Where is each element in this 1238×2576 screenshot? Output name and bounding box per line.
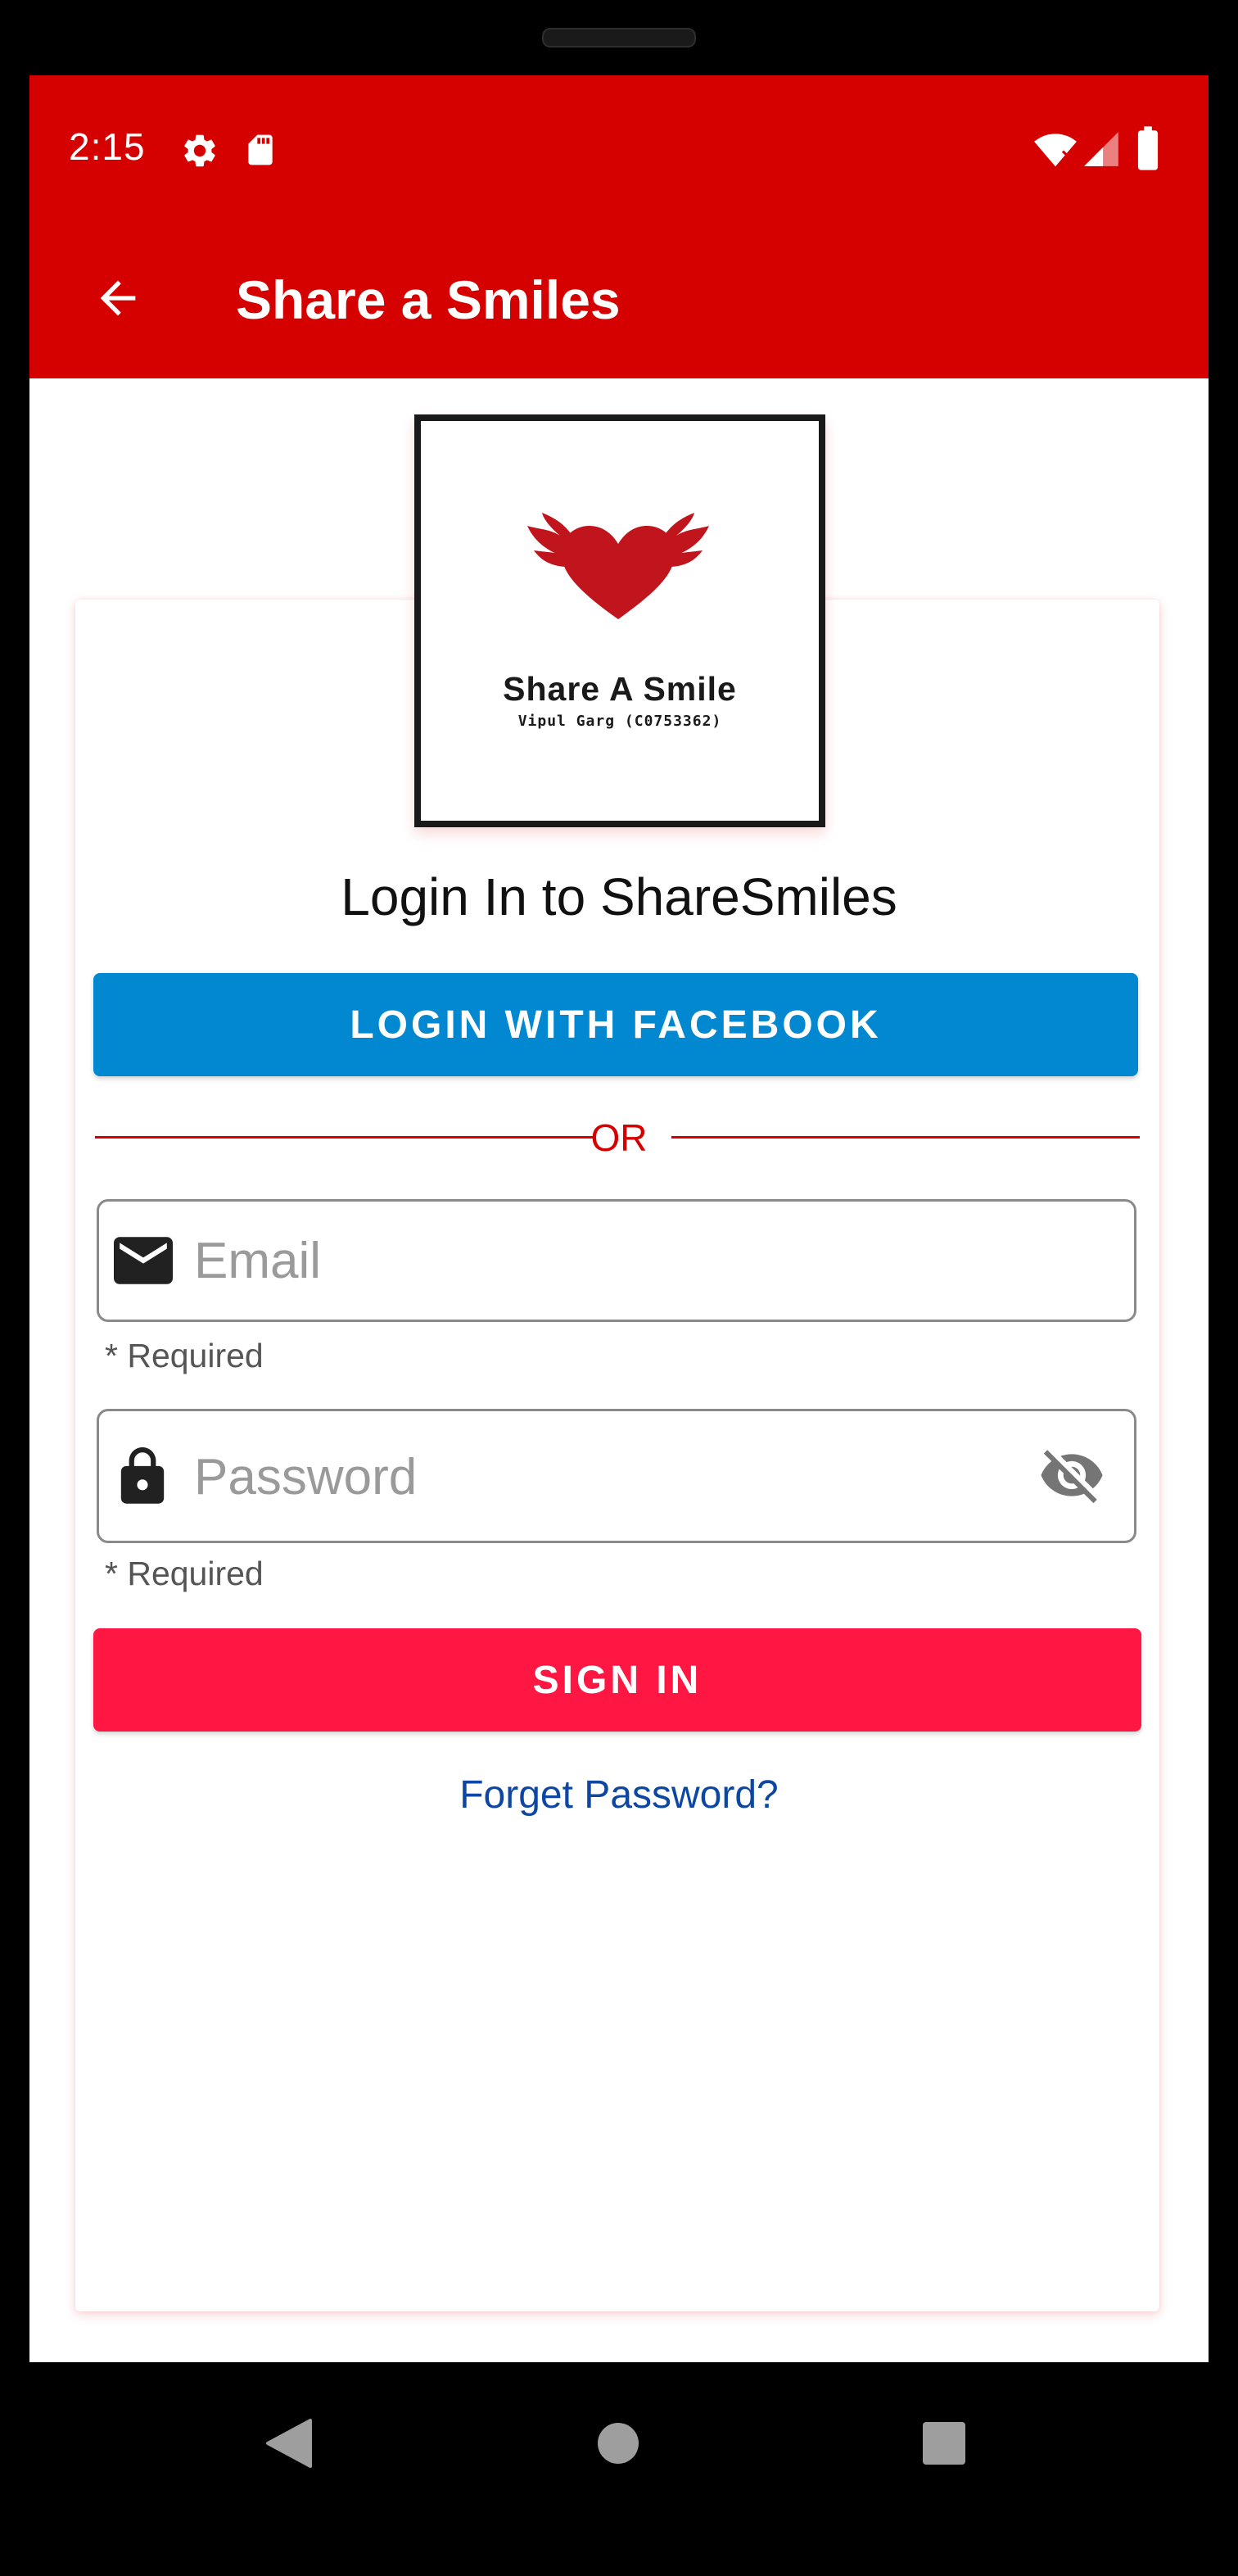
password-input[interactable] [194,1447,1028,1506]
arrow-back-icon [92,272,144,328]
back-nav-icon [264,2417,314,2474]
email-required-helper: * Required [105,1337,264,1374]
status-bar: 2:15 [29,75,1209,218]
visibility-off-icon [1038,1442,1105,1513]
sd-card-icon [242,129,278,174]
password-field[interactable] [97,1409,1136,1543]
divider-left [95,1136,593,1139]
winged-heart-icon [527,511,709,630]
page-heading: Login In to ShareSmiles [341,867,897,926]
earpiece-speaker [542,28,696,48]
mail-icon [114,1236,173,1289]
forgot-password-link[interactable]: Forget Password? [29,1772,1209,1818]
password-required-helper: * Required [105,1555,264,1592]
divider-right [671,1136,1140,1139]
back-button[interactable] [79,260,157,339]
screen: 2:15 Share a Smiles Share A Smile Vipul … [29,75,1209,2362]
signal-icon [1081,128,1122,174]
divider-or-label: OR [590,1116,648,1159]
sign-in-button[interactable]: SIGN IN [93,1628,1141,1732]
recents-nav-icon [922,2421,966,2470]
toggle-password-visibility-button[interactable] [1032,1437,1111,1516]
logo-title: Share A Smile [503,670,737,708]
app-bar: Share a Smiles [29,218,1209,378]
lock-icon [119,1447,166,1510]
login-with-facebook-button[interactable]: LOGIN WITH FACEBOOK [93,973,1138,1076]
email-input[interactable] [194,1231,1028,1290]
wifi-off-icon [1032,128,1079,176]
app-logo: Share A Smile Vipul Garg (C0753362) [414,414,825,827]
app-title: Share a Smiles [236,269,621,330]
nav-back-button[interactable] [244,2400,334,2490]
phone-frame: 2:15 Share a Smiles Share A Smile Vipul … [0,0,1238,2576]
logo-subtitle: Vipul Garg (C0753362) [517,713,722,730]
email-field[interactable] [97,1199,1136,1322]
home-nav-icon [597,2422,639,2469]
status-time: 2:15 [69,125,146,168]
navigation-bar [0,2362,1238,2526]
gear-icon [180,131,219,174]
nav-recents-button[interactable] [899,2400,989,2490]
battery-icon [1133,124,1163,176]
nav-home-button[interactable] [573,2400,663,2490]
